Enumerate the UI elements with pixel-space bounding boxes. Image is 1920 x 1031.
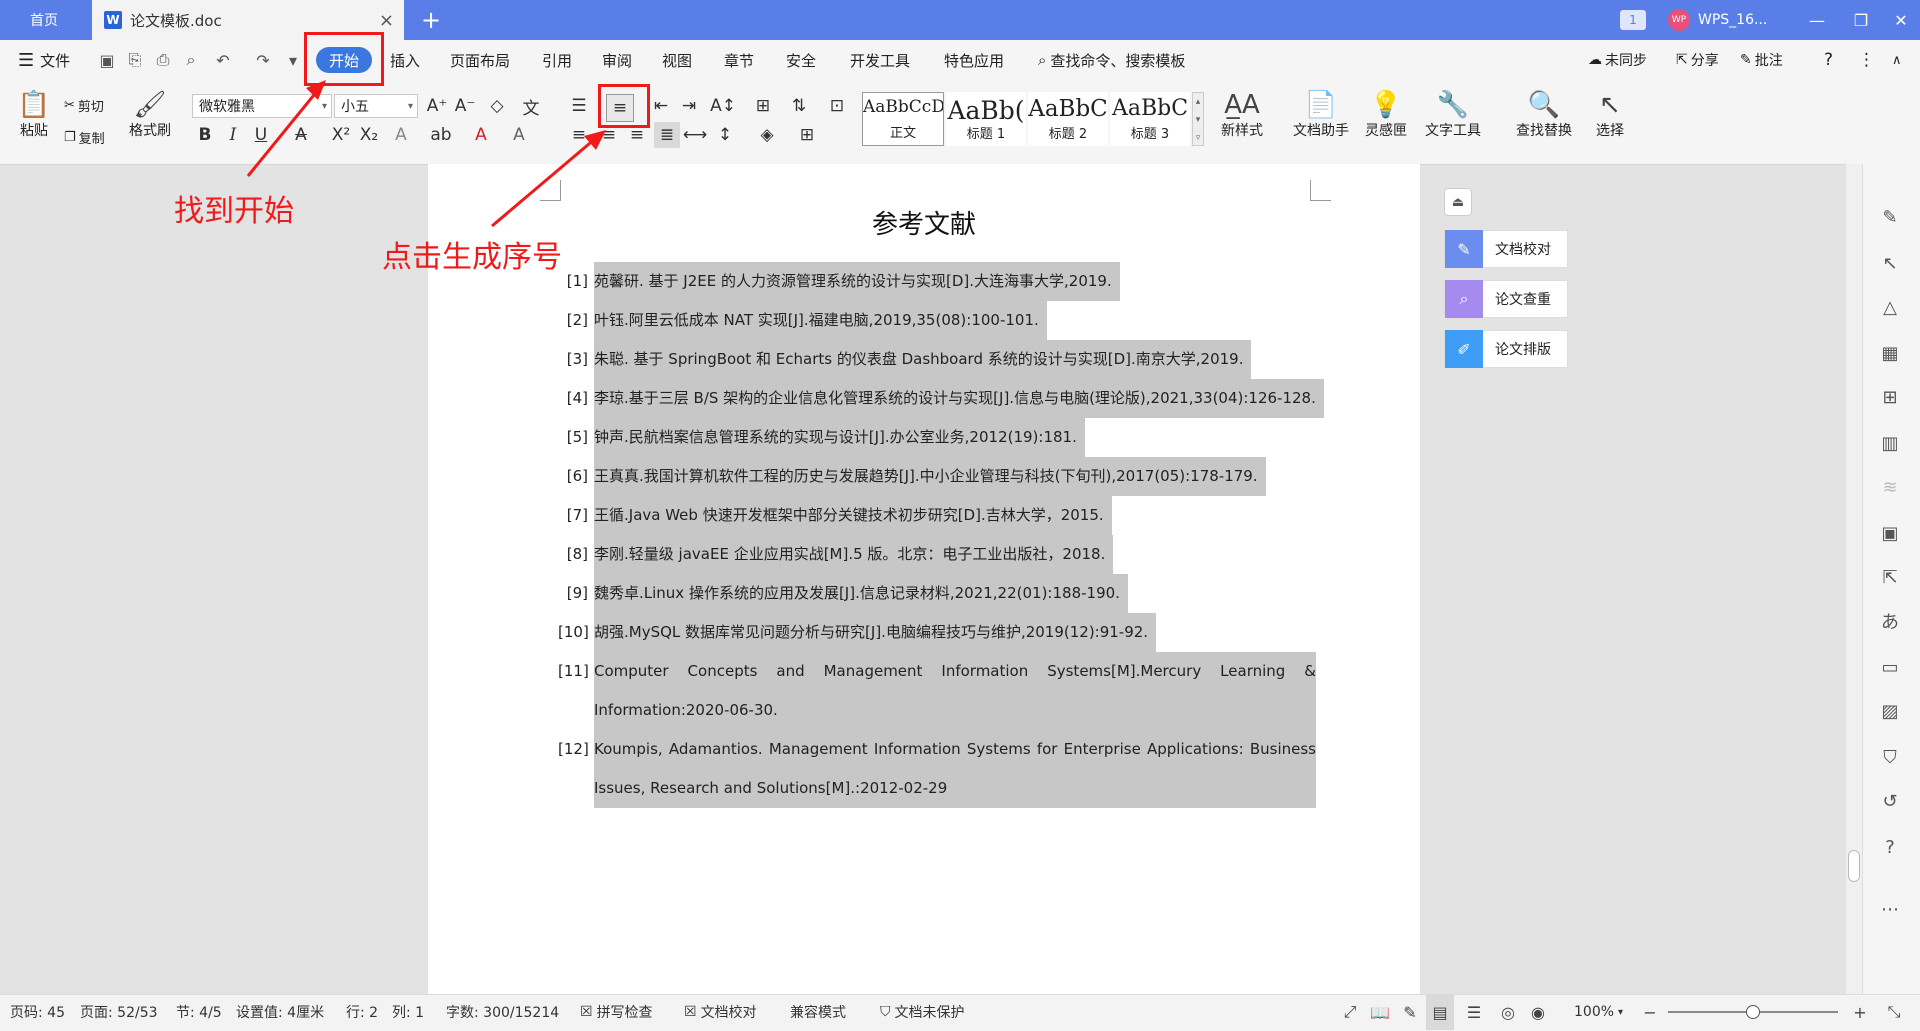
- annotation-click-numbering: 点击生成序号: [382, 240, 562, 275]
- arrow-to-start: [246, 89, 320, 177]
- annotation-arrows: [246, 80, 606, 228]
- arrow-head: [306, 80, 326, 100]
- annotation-find-start: 找到开始: [174, 194, 294, 229]
- arrow-to-numbering: [491, 136, 597, 228]
